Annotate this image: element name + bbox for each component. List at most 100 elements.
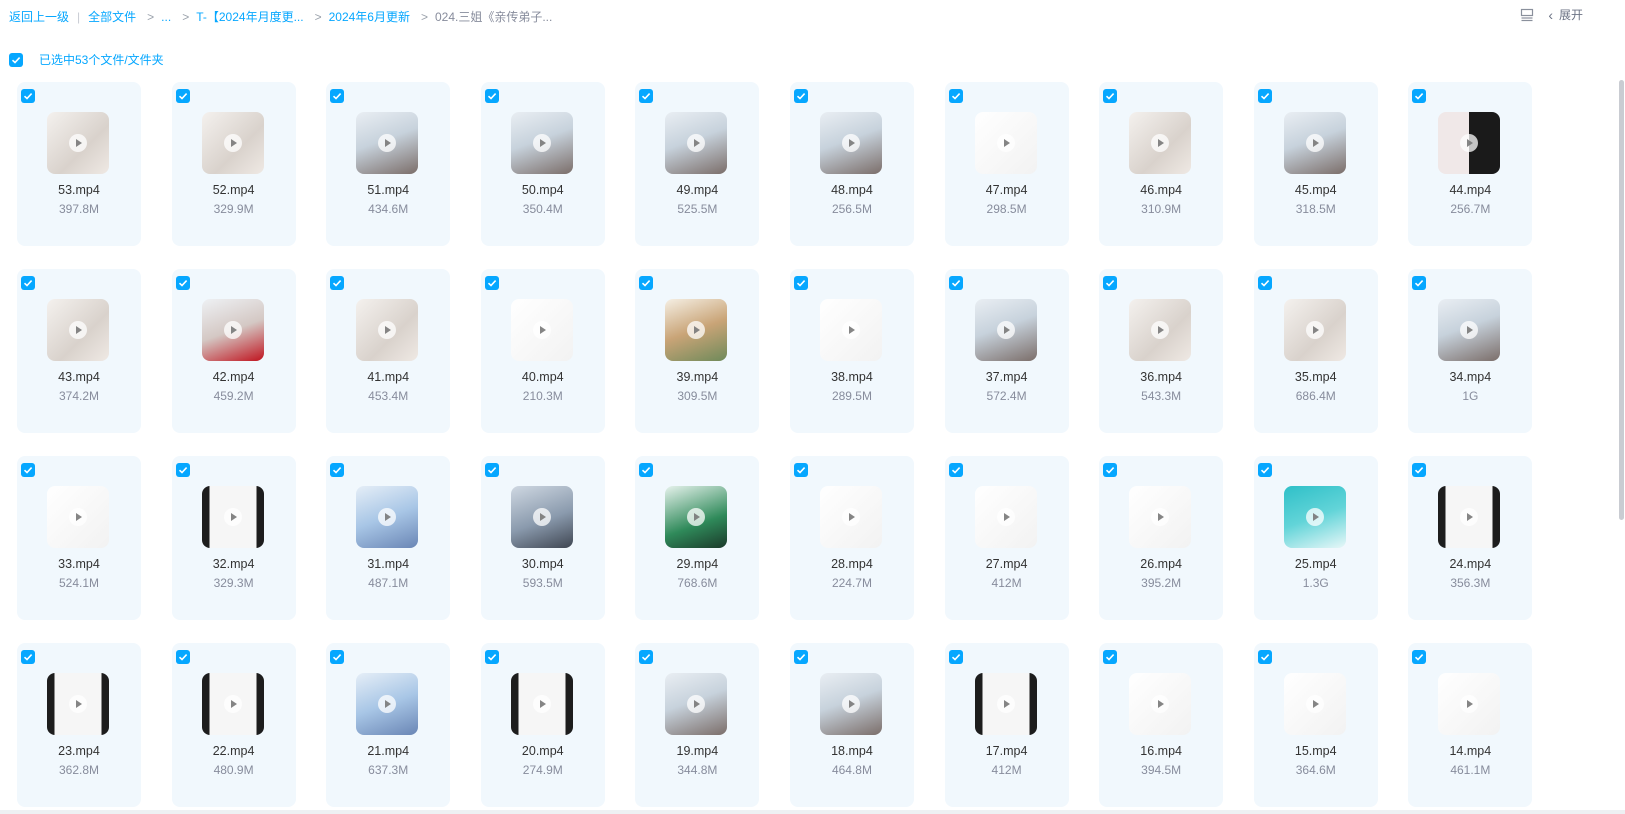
video-thumbnail[interactable] [47, 673, 109, 735]
file-name[interactable]: 16.mp4 [1099, 744, 1223, 758]
video-thumbnail[interactable] [665, 112, 728, 174]
file-card[interactable]: 37.mp4 572.4M [944, 269, 1069, 433]
file-name[interactable]: 29.mp4 [635, 557, 759, 571]
file-card[interactable]: 17.mp4 412M [944, 643, 1069, 807]
video-thumbnail[interactable] [356, 112, 419, 174]
file-card[interactable]: 45.mp4 318.5M [1253, 82, 1378, 246]
file-name[interactable]: 33.mp4 [17, 557, 141, 571]
file-card[interactable]: 50.mp4 350.4M [480, 82, 605, 246]
file-name[interactable]: 17.mp4 [945, 744, 1069, 758]
file-card[interactable]: 48.mp4 256.5M [789, 82, 914, 246]
video-thumbnail[interactable] [47, 112, 109, 174]
file-card[interactable]: 34.mp4 1G [1408, 269, 1533, 433]
file-card[interactable]: 25.mp4 1.3G [1253, 456, 1378, 620]
video-thumbnail[interactable] [1438, 299, 1501, 361]
expand-button[interactable]: ‹ 展开 [1548, 6, 1583, 23]
file-checkbox[interactable] [639, 276, 654, 290]
file-card[interactable]: 15.mp4 364.6M [1253, 643, 1378, 807]
file-checkbox[interactable] [21, 650, 35, 664]
file-card[interactable]: 42.mp4 459.2M [171, 269, 296, 433]
file-name[interactable]: 53.mp4 [17, 183, 141, 197]
video-thumbnail[interactable] [1129, 673, 1192, 735]
file-card[interactable]: 44.mp4 256.7M [1408, 82, 1533, 246]
file-name[interactable]: 39.mp4 [635, 370, 759, 384]
video-thumbnail[interactable] [356, 673, 419, 735]
file-checkbox[interactable] [1412, 276, 1427, 290]
file-card[interactable]: 46.mp4 310.9M [1099, 82, 1224, 246]
file-name[interactable]: 18.mp4 [790, 744, 914, 758]
file-name[interactable]: 36.mp4 [1099, 370, 1223, 384]
file-card[interactable]: 28.mp4 224.7M [789, 456, 914, 620]
file-checkbox[interactable] [948, 89, 963, 103]
file-checkbox[interactable] [1257, 276, 1272, 290]
video-thumbnail[interactable] [1129, 299, 1192, 361]
video-thumbnail[interactable] [1283, 299, 1346, 361]
video-thumbnail[interactable] [201, 673, 264, 735]
file-card[interactable]: 40.mp4 210.3M [480, 269, 605, 433]
scrollbar-thumb[interactable] [1619, 80, 1624, 520]
video-thumbnail[interactable] [356, 299, 419, 361]
file-checkbox[interactable] [639, 650, 654, 664]
video-thumbnail[interactable] [510, 486, 573, 548]
file-name[interactable]: 49.mp4 [635, 183, 759, 197]
video-thumbnail[interactable] [1283, 486, 1346, 548]
file-card[interactable]: 21.mp4 637.3M [326, 643, 451, 807]
file-name[interactable]: 48.mp4 [790, 183, 914, 197]
file-card[interactable]: 41.mp4 453.4M [326, 269, 451, 433]
file-card[interactable]: 43.mp4 374.2M [17, 269, 141, 433]
file-name[interactable]: 23.mp4 [17, 744, 141, 758]
file-name[interactable]: 26.mp4 [1099, 557, 1223, 571]
file-checkbox[interactable] [330, 89, 345, 103]
file-name[interactable]: 40.mp4 [481, 370, 605, 384]
file-name[interactable]: 31.mp4 [326, 557, 450, 571]
file-name[interactable]: 41.mp4 [326, 370, 450, 384]
file-card[interactable]: 23.mp4 362.8M [17, 643, 141, 807]
file-card[interactable]: 32.mp4 329.3M [171, 456, 296, 620]
video-thumbnail[interactable] [47, 486, 109, 548]
video-thumbnail[interactable] [1129, 486, 1192, 548]
file-name[interactable]: 52.mp4 [172, 183, 296, 197]
file-card[interactable]: 27.mp4 412M [944, 456, 1069, 620]
file-checkbox[interactable] [1103, 650, 1118, 664]
file-checkbox[interactable] [1103, 89, 1118, 103]
file-checkbox[interactable] [175, 89, 190, 103]
file-checkbox[interactable] [1103, 276, 1118, 290]
file-checkbox[interactable] [1103, 463, 1118, 477]
file-name[interactable]: 44.mp4 [1408, 183, 1532, 197]
file-name[interactable]: 30.mp4 [481, 557, 605, 571]
video-thumbnail[interactable] [510, 673, 573, 735]
video-thumbnail[interactable] [1129, 112, 1192, 174]
file-card[interactable]: 53.mp4 397.8M [17, 82, 141, 246]
file-name[interactable]: 22.mp4 [172, 744, 296, 758]
file-checkbox[interactable] [21, 276, 35, 290]
file-checkbox[interactable] [484, 463, 499, 477]
file-name[interactable]: 35.mp4 [1254, 370, 1378, 384]
file-card[interactable]: 51.mp4 434.6M [326, 82, 451, 246]
file-checkbox[interactable] [1257, 463, 1272, 477]
video-thumbnail[interactable] [819, 486, 882, 548]
file-card[interactable]: 22.mp4 480.9M [171, 643, 296, 807]
video-thumbnail[interactable] [510, 112, 573, 174]
file-card[interactable]: 19.mp4 344.8M [635, 643, 760, 807]
file-card[interactable]: 20.mp4 274.9M [480, 643, 605, 807]
breadcrumb-ellipsis[interactable]: ... [161, 10, 171, 24]
select-all-checkbox[interactable] [9, 52, 23, 67]
file-checkbox[interactable] [175, 276, 190, 290]
file-card[interactable]: 38.mp4 289.5M [789, 269, 914, 433]
file-name[interactable]: 38.mp4 [790, 370, 914, 384]
file-name[interactable]: 42.mp4 [172, 370, 296, 384]
file-card[interactable]: 52.mp4 329.9M [171, 82, 296, 246]
file-checkbox[interactable] [21, 463, 35, 477]
file-checkbox[interactable] [948, 463, 963, 477]
file-checkbox[interactable] [330, 276, 345, 290]
video-thumbnail[interactable] [1283, 112, 1346, 174]
video-thumbnail[interactable] [1438, 486, 1501, 548]
file-checkbox[interactable] [793, 463, 808, 477]
video-thumbnail[interactable] [665, 299, 728, 361]
video-thumbnail[interactable] [356, 486, 419, 548]
video-thumbnail[interactable] [819, 112, 882, 174]
file-checkbox[interactable] [330, 650, 345, 664]
video-thumbnail[interactable] [47, 299, 109, 361]
breadcrumb-folder-monthly[interactable]: T-【2024年月度更... [196, 8, 303, 25]
file-checkbox[interactable] [639, 463, 654, 477]
